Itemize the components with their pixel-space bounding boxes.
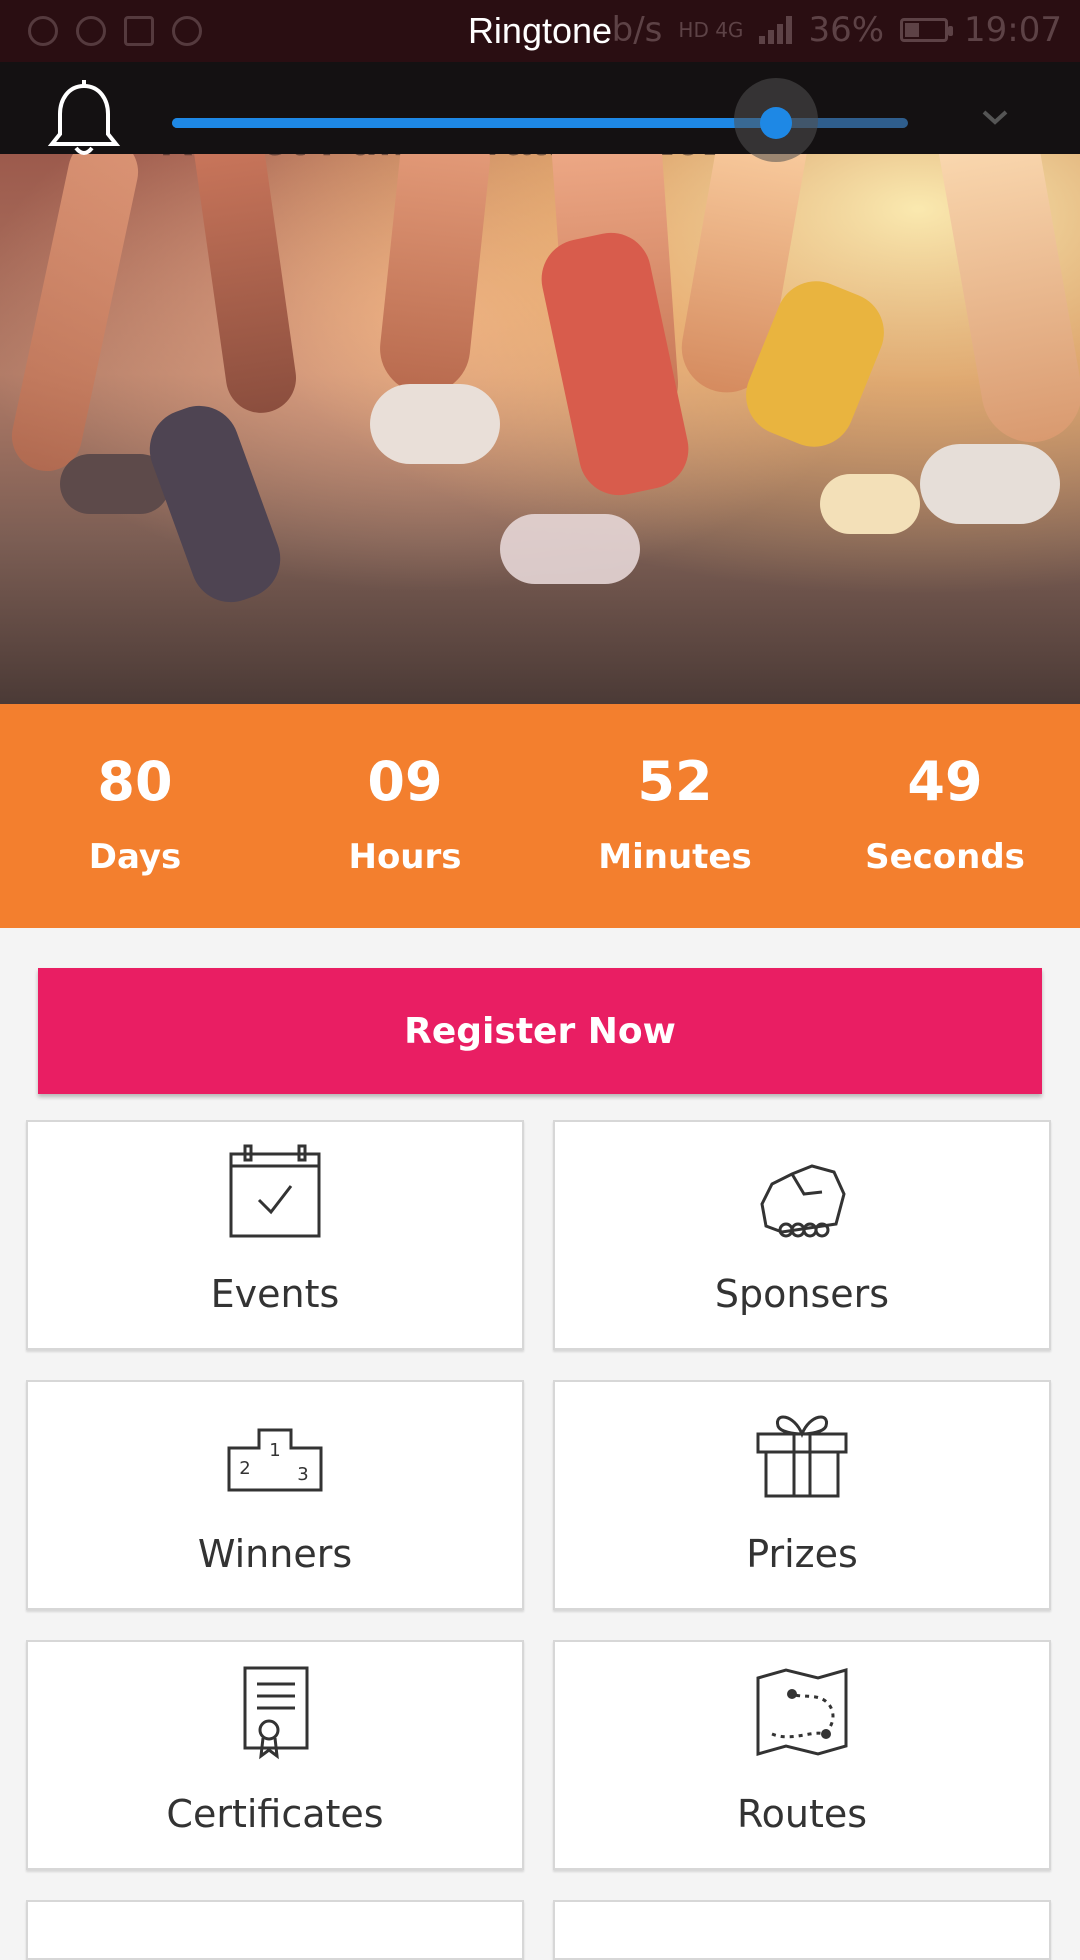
countdown-seconds: 49 Seconds	[810, 704, 1080, 928]
countdown-value: 52	[637, 750, 713, 813]
countdown-value: 09	[367, 750, 443, 813]
tile-label: Routes	[736, 1792, 868, 1836]
volume-slider-thumb[interactable]	[759, 107, 792, 139]
countdown-label: Seconds	[865, 837, 1025, 877]
podium-icon: 1 2 3	[227, 1428, 323, 1492]
countdown-value: 80	[97, 750, 173, 813]
tile-label: Sponsers	[714, 1272, 890, 1316]
menu-tile-certificates[interactable]: Certificates	[26, 1640, 524, 1870]
dialog-title: Ringtone	[467, 10, 613, 51]
chevron-down-icon[interactable]	[980, 102, 1010, 132]
countdown-minutes: 52 Minutes	[540, 704, 810, 928]
volume-overlay	[0, 62, 1080, 162]
tile-label: Prizes	[746, 1532, 858, 1576]
tile-label: Winners	[197, 1532, 353, 1576]
handshake-icon	[760, 1164, 846, 1238]
svg-text:2: 2	[239, 1458, 250, 1479]
bell-icon	[47, 80, 121, 155]
certificate-icon	[243, 1666, 309, 1760]
countdown-label: Days	[88, 837, 182, 877]
menu-tile-sponsers[interactable]: Sponsers	[553, 1120, 1051, 1350]
menu-tile-prizes[interactable]: Prizes	[553, 1380, 1051, 1610]
svg-text:3: 3	[297, 1464, 308, 1485]
menu-tile-winners[interactable]: 1 2 3 Winners	[26, 1380, 524, 1610]
register-now-button[interactable]: Register Now	[38, 968, 1042, 1094]
menu-tile-more[interactable]	[553, 1900, 1051, 1960]
countdown-label: Hours	[348, 837, 462, 877]
volume-slider-fill	[172, 118, 776, 128]
menu-tile-events[interactable]: Events	[26, 1120, 524, 1350]
calendar-check-icon	[229, 1144, 321, 1238]
countdown-days: 80 Days	[0, 704, 270, 928]
status-bar: b/s HD 4G 36% 19:07 Ringtone	[0, 0, 1080, 62]
svg-text:1: 1	[269, 1440, 280, 1461]
gift-icon	[756, 1415, 848, 1498]
countdown-label: Minutes	[598, 837, 752, 877]
hero-image: Rajkot Full Marathon 2017	[0, 154, 1080, 704]
tile-label: Certificates	[166, 1792, 384, 1836]
menu-tile-more[interactable]	[26, 1900, 524, 1960]
countdown-value: 49	[907, 750, 983, 813]
countdown-banner: 80 Days 09 Hours 52 Minutes 49 Seconds	[0, 704, 1080, 928]
map-route-icon	[756, 1668, 848, 1756]
countdown-hours: 09 Hours	[270, 704, 540, 928]
tile-label: Events	[210, 1272, 340, 1316]
menu-tile-routes[interactable]: Routes	[553, 1640, 1051, 1870]
